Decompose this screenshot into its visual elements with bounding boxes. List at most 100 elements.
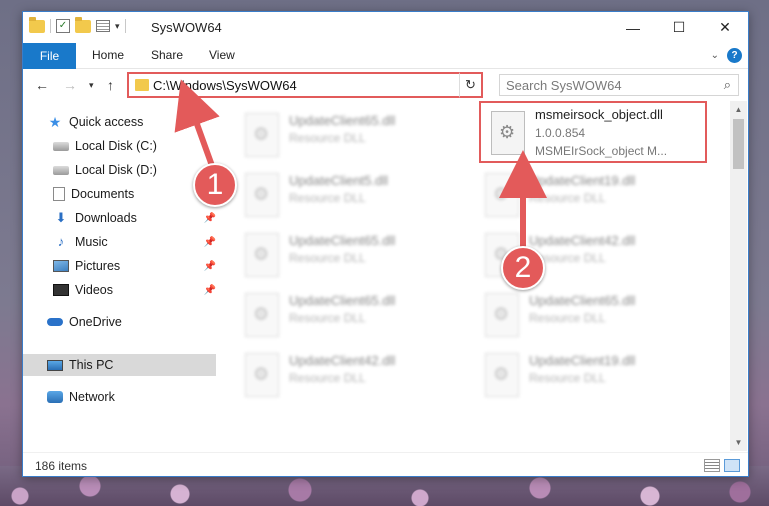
pin-icon[interactable]: 📌 [204, 213, 216, 224]
tab-share[interactable]: Share [151, 48, 183, 62]
step-2-badge: 2 [501, 246, 545, 290]
star-icon: ★ [48, 114, 62, 130]
drive-icon [53, 165, 69, 175]
properties-icon[interactable] [96, 20, 110, 32]
details-view-icon[interactable] [704, 459, 720, 472]
close-button[interactable]: ✕ [702, 12, 748, 43]
dll-file-icon [485, 173, 519, 217]
file-name: UpdateClient65.dll [289, 113, 396, 128]
back-arrow-icon[interactable]: ← [35, 77, 49, 93]
address-row: ← → ▾ ↑ C:\Windows\SysWOW64 ⌄ ↻ Search S… [23, 69, 748, 101]
pin-icon[interactable]: 📌 [204, 285, 216, 296]
nav-item-local-disk-d[interactable]: Local Disk (D:) [53, 159, 216, 181]
forward-arrow-icon[interactable]: → [63, 77, 77, 93]
nav-item-quick-access[interactable]: ★ Quick access [47, 111, 144, 133]
nav-item-this-pc[interactable]: This PC [47, 354, 113, 376]
dll-file-icon [245, 233, 279, 277]
up-arrow-icon[interactable]: ↑ [107, 77, 114, 93]
nav-item-documents[interactable]: Documents [53, 183, 216, 205]
drive-icon [53, 141, 69, 151]
minimize-button[interactable]: — [610, 12, 656, 43]
nav-label: Music [75, 235, 108, 249]
file-name: UpdateClient42.dll [289, 353, 396, 368]
status-bar: 186 items [23, 452, 748, 477]
file-name: msmeirsock_object.dll [535, 107, 663, 122]
file-description: MSMEIrSock_object M... [535, 144, 668, 158]
download-icon: ⬇ [55, 210, 67, 225]
nav-label: Local Disk (C:) [75, 139, 157, 153]
file-item-selected[interactable]: msmeirsock_object.dll 1.0.0.854 MSMEIrSo… [479, 101, 707, 163]
document-icon [53, 187, 65, 201]
divider [50, 19, 51, 33]
search-input[interactable]: Search SysWOW64 ⌕ [499, 74, 739, 96]
item-count: 186 items [35, 459, 88, 473]
scroll-down-icon[interactable]: ▼ [730, 434, 747, 451]
file-type: Resource DLL [289, 251, 366, 265]
scroll-thumb[interactable] [733, 119, 744, 169]
nav-item-music[interactable]: ♪ Music 📌 [53, 231, 216, 253]
dll-file-icon [485, 353, 519, 397]
tab-home[interactable]: Home [92, 48, 124, 62]
address-path: C:\Windows\SysWOW64 [153, 78, 297, 93]
nav-item-videos[interactable]: Videos 📌 [53, 279, 216, 301]
file-item[interactable]: UpdateClient5.dll Resource DLL [235, 167, 465, 223]
nav-label: Quick access [69, 115, 144, 129]
file-item[interactable]: UpdateClient42.dll Resource DLL [235, 347, 465, 403]
tab-file[interactable]: File [23, 43, 76, 69]
ribbon: File Home Share View ⌄ ? [23, 43, 748, 69]
dll-file-icon [245, 353, 279, 397]
file-item[interactable]: UpdateClient19.dll Resource DLL [475, 347, 705, 403]
nav-label: Downloads [75, 211, 137, 225]
file-item[interactable]: UpdateClient65.dll Resource DLL [235, 107, 465, 163]
file-name: UpdateClient19.dll [529, 353, 636, 368]
address-bar[interactable]: C:\Windows\SysWOW64 ⌄ [127, 72, 483, 98]
file-name: UpdateClient19.dll [529, 173, 636, 188]
file-type: Resource DLL [529, 191, 606, 205]
properties-check-icon[interactable]: ✓ [56, 19, 70, 33]
file-type: Resource DLL [289, 311, 366, 325]
customize-dropdown-icon[interactable]: ▾ [115, 21, 120, 32]
tab-view[interactable]: View [209, 48, 235, 62]
nav-item-downloads[interactable]: ⬇ Downloads 📌 [53, 207, 216, 229]
nav-label: OneDrive [69, 315, 122, 329]
nav-label: This PC [69, 358, 114, 372]
file-type: Resource DLL [289, 131, 366, 145]
vertical-scrollbar[interactable]: ▲ ▼ [730, 101, 747, 451]
file-item[interactable]: UpdateClient65.dll Resource DLL [475, 287, 705, 343]
nav-item-onedrive[interactable]: OneDrive [47, 311, 122, 333]
file-name: UpdateClient42.dll [529, 233, 636, 248]
nav-label: Documents [71, 187, 135, 201]
file-name: UpdateClient65.dll [289, 293, 396, 308]
search-placeholder: Search SysWOW64 [506, 78, 622, 93]
help-icon[interactable]: ? [727, 48, 742, 63]
pin-icon[interactable]: 📌 [204, 261, 216, 272]
file-item[interactable]: UpdateClient19.dll Resource DLL [475, 167, 705, 223]
file-type: Resource DLL [529, 311, 606, 325]
tiles-view-icon[interactable] [724, 459, 740, 472]
expand-ribbon-icon[interactable]: ⌄ [711, 50, 719, 61]
window-title: SysWOW64 [151, 20, 222, 35]
folder-icon [29, 16, 45, 33]
file-type: Resource DLL [289, 371, 366, 385]
nav-item-local-disk-c[interactable]: Local Disk (C:) [53, 135, 216, 157]
nav-label: Network [69, 390, 115, 404]
scroll-up-icon[interactable]: ▲ [730, 101, 747, 118]
refresh-button[interactable]: ↻ [459, 72, 483, 98]
music-icon: ♪ [57, 234, 65, 249]
title-bar: ✓ ▾ SysWOW64 — ☐ ✕ [23, 12, 748, 43]
navigation-pane: ★ Quick access Local Disk (C:) Local Dis… [23, 101, 216, 451]
maximize-button[interactable]: ☐ [656, 12, 702, 43]
file-item[interactable]: UpdateClient65.dll Resource DLL [235, 287, 465, 343]
dll-file-icon [491, 111, 525, 155]
pin-icon[interactable]: 📌 [204, 237, 216, 248]
file-item[interactable]: UpdateClient65.dll Resource DLL [235, 227, 465, 283]
computer-icon [47, 359, 63, 371]
file-explorer-window: ✓ ▾ SysWOW64 — ☐ ✕ File Home Share View … [22, 11, 749, 477]
file-name: UpdateClient65.dll [289, 233, 396, 248]
nav-item-pictures[interactable]: Pictures 📌 [53, 255, 216, 277]
recent-locations-chevron-icon[interactable]: ▾ [89, 80, 94, 91]
file-name: UpdateClient65.dll [529, 293, 636, 308]
nav-item-network[interactable]: Network [47, 386, 115, 408]
file-type: Resource DLL [289, 191, 366, 205]
new-folder-icon[interactable] [75, 16, 91, 33]
